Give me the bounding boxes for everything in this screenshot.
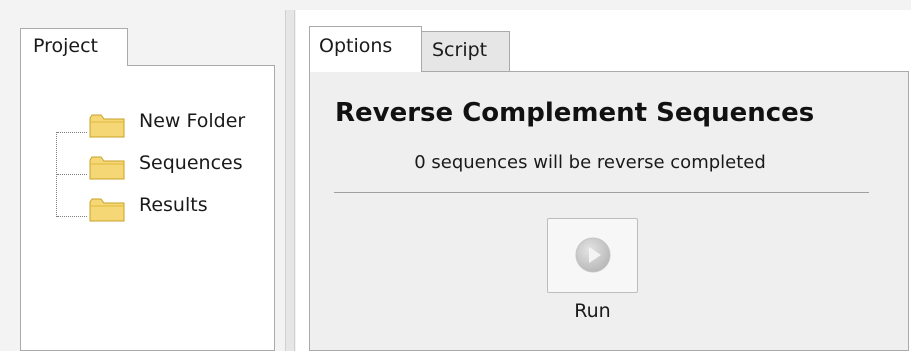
options-content: Reverse Complement Sequences 0 sequences… <box>309 71 909 351</box>
tree-item-label: New Folder <box>139 110 246 132</box>
app-window: Project New Folder Sequences Results Opt… <box>0 0 911 351</box>
play-icon <box>575 237 611 273</box>
page-title: Reverse Complement Sequences <box>335 98 815 128</box>
pane-splitter[interactable] <box>285 10 295 351</box>
tab-script-label: Script <box>432 39 488 61</box>
tree-item-label: Sequences <box>139 152 243 174</box>
tree-connector <box>57 174 87 175</box>
project-tree: New Folder Sequences Results <box>20 65 275 351</box>
folder-icon <box>89 156 125 180</box>
tab-options-label: Options <box>319 35 393 57</box>
tree-item-label: Results <box>139 194 208 216</box>
folder-icon <box>89 114 125 138</box>
tree-item-results[interactable]: Results <box>84 192 264 222</box>
project-pane: Project New Folder Sequences Results <box>12 28 284 351</box>
folder-icon <box>89 198 125 222</box>
tree-item-sequences[interactable]: Sequences <box>84 150 264 180</box>
tab-options[interactable]: Options <box>309 26 422 72</box>
run-button[interactable] <box>547 218 638 293</box>
tab-project[interactable]: Project <box>20 28 128 66</box>
tree-connector <box>57 216 87 217</box>
tree-connector <box>57 132 87 133</box>
tab-project-label: Project <box>33 35 99 57</box>
divider <box>334 192 869 193</box>
options-pane: Options Script Reverse Complement Sequen… <box>296 10 911 351</box>
run-label: Run <box>574 300 611 322</box>
sequence-count-text: 0 sequences will be reverse completed <box>414 152 766 173</box>
tree-item-new-folder[interactable]: New Folder <box>84 108 264 138</box>
tab-script[interactable]: Script <box>421 31 510 71</box>
